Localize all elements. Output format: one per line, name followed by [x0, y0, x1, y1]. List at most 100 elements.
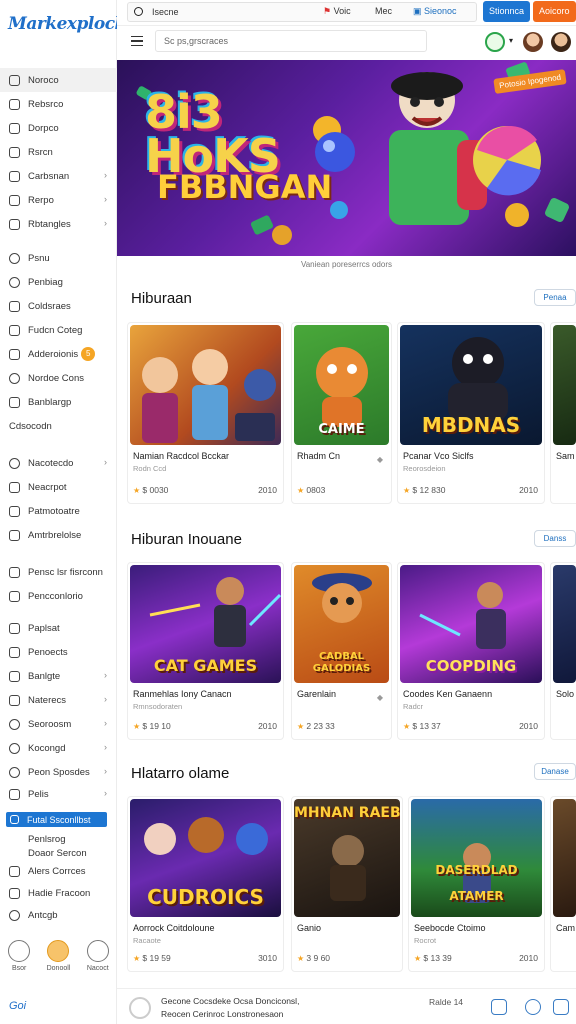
game-card[interactable]: COOPDING Coodes Ken Ganaenn Radcr $ 13 3… — [397, 562, 545, 740]
sidebar-item[interactable]: Neacrpot — [0, 475, 117, 499]
settings-icon[interactable] — [525, 999, 541, 1015]
sidebar-bottom-icons: Bsor Donooll Nacoct — [0, 940, 117, 972]
section-more-button[interactable]: Danase — [534, 763, 576, 780]
sidebar-item[interactable]: Psnu — [0, 246, 117, 270]
section-more-button[interactable]: Danss — [534, 530, 576, 547]
share-icon[interactable] — [491, 999, 507, 1015]
sidebar-subitem[interactable]: Antcgb — [0, 904, 117, 926]
sidebar-subitem[interactable]: Hadie Fracoon — [0, 882, 117, 904]
bottom-item[interactable]: Bsor — [8, 940, 31, 972]
game-name: Cam — [556, 923, 576, 933]
inbox-icon — [9, 646, 20, 658]
top-link-sieonoc[interactable]: ▣ Sieonoc — [413, 6, 457, 17]
hero-banner[interactable]: 8i3 HoKS FBBNGAN Potosio Ipogenod — [117, 60, 576, 256]
gift-icon — [9, 372, 20, 384]
sidebar-group-secondary: Psnu Penbiag Coldsraes Fudcn Coteg Adder… — [0, 246, 117, 438]
sidebar-item[interactable]: Penbiag — [0, 270, 117, 294]
game-meta: Racaote — [133, 936, 161, 945]
game-artwork — [142, 349, 276, 443]
chevron-right-icon: › — [104, 194, 107, 204]
game-card-partial[interactable]: Solo — [550, 562, 576, 740]
sidebar-item[interactable]: Nacotecdo › — [0, 451, 117, 475]
sidebar-item[interactable]: Dorpco — [0, 116, 117, 140]
hero-title: 8i3 HoKS — [145, 85, 281, 183]
chevron-right-icon: › — [104, 457, 107, 467]
app-logo[interactable]: Markexplocl — [8, 14, 121, 34]
layers-icon — [9, 694, 20, 706]
game-card[interactable]: CADBAL GALODIAS Garenlain ◆ 2 23 33 — [291, 562, 392, 740]
sidebar-item[interactable]: Patmotoatre — [0, 499, 117, 523]
sidebar-item[interactable]: Rebsrco — [0, 92, 117, 116]
section-title: Hiburan Inouane — [131, 531, 242, 548]
user-avatar-2[interactable] — [551, 32, 571, 52]
game-card-partial[interactable]: Cam — [550, 796, 576, 972]
user-avatar[interactable] — [523, 32, 543, 52]
sidebar-subitem[interactable]: Alers Corrces — [0, 860, 117, 882]
sidebar-subitem[interactable]: Penlsrog — [0, 832, 117, 846]
sidebar-subitem[interactable]: Doaor Sercon — [0, 846, 117, 860]
section-more-button[interactable]: Penaa — [534, 289, 576, 306]
bottom-item[interactable]: Donooll — [47, 940, 70, 972]
sidebar-item[interactable]: Cdsocodn — [0, 414, 117, 438]
star-icon — [10, 815, 19, 824]
calendar-icon — [8, 940, 31, 962]
sidebar-item[interactable]: Naterecs › — [0, 688, 117, 712]
sidebar-item[interactable]: Penoects — [0, 640, 117, 664]
sidebar-item[interactable]: Kocongd › — [0, 736, 117, 760]
sidebar-footer-label[interactable]: Goi — [9, 1000, 26, 1012]
game-card[interactable]: CAT GAMES Ranmehlas Iony Canacn Rmnsodor… — [127, 562, 284, 740]
game-card[interactable]: MBDNAS Pcanar Vco Siclfs Reorosdeion $ 1… — [397, 322, 545, 504]
flag-icon: ⚑ — [323, 6, 334, 16]
file-icon — [9, 98, 20, 110]
sidebar-item[interactable]: Pensc lsr fisrconn — [0, 560, 117, 584]
sidebar-item[interactable]: Carbsnan › — [0, 164, 117, 188]
sidebar-item[interactable]: Paplsat — [0, 616, 117, 640]
sidebar-item[interactable]: Nordoe Cons — [0, 366, 117, 390]
dropdown-chevron-icon[interactable]: ▾ — [509, 36, 513, 45]
primary-button[interactable]: Stionnca — [483, 1, 531, 22]
chevron-right-icon: › — [104, 742, 107, 752]
sidebar-item[interactable]: Rbtangles › — [0, 212, 117, 236]
sidebar-item[interactable]: Banlgte › — [0, 664, 117, 688]
window-icon[interactable] — [553, 999, 569, 1015]
hamburger-menu-icon[interactable] — [131, 36, 143, 46]
sidebar-item-active[interactable]: Futal Ssconllbst — [6, 812, 107, 827]
settings-icon — [9, 718, 20, 730]
top-link-voic[interactable]: ⚑ Voic — [323, 6, 351, 17]
sidebar-item[interactable]: Rerpo › — [0, 188, 117, 212]
monitor-icon — [9, 481, 20, 493]
sidebar-item[interactable]: Banblargp — [0, 390, 117, 414]
game-card[interactable]: CUDROICS Aorrock Coitdoloune Racaote $ 1… — [127, 796, 284, 972]
sidebar-item[interactable]: Adderoionis 5 — [0, 342, 117, 366]
sidebar-item[interactable]: Rsrcn — [0, 140, 117, 164]
sidebar-item[interactable]: Coldsraes — [0, 294, 117, 318]
bell-icon — [9, 348, 20, 360]
orange-button[interactable]: Aoicoro — [533, 1, 576, 22]
top-link-mec[interactable]: Mec — [375, 6, 392, 16]
game-art-title: CUDROICS — [147, 885, 264, 909]
status-avatar[interactable] — [485, 32, 505, 52]
game-card-partial[interactable]: Sam — [550, 322, 576, 504]
secondary-bar: Sc ps,grscraces ▾ — [117, 26, 576, 58]
sidebar-item[interactable]: Pelis › — [0, 782, 117, 806]
sidebar-item[interactable]: Peon Sposdes › — [0, 760, 117, 784]
game-card[interactable]: MHNAN RAEBIAS Ganio 3 9 60 — [291, 796, 403, 972]
game-year: 2010 — [519, 953, 538, 963]
main-search-input[interactable]: Sc ps,grscraces — [155, 30, 427, 52]
sidebar-item-home[interactable]: Noroco — [0, 68, 117, 92]
bell-icon — [86, 940, 109, 962]
game-card[interactable]: DASERDLAD ATAMER Seebocde Ctoimo Rocrot … — [408, 796, 545, 972]
bottom-item[interactable]: Nacoct — [86, 940, 109, 972]
sidebar-item[interactable]: Fudcn Coteg — [0, 318, 117, 342]
sidebar-item[interactable]: Amtrbrelolse — [0, 523, 117, 547]
game-card[interactable]: CAIME Rhadm Cn ◆ 0803 — [291, 322, 392, 504]
game-card[interactable]: Namian Racdcol Bcckar Rodn Ccd $ 0030 20… — [127, 322, 284, 504]
grid-icon — [9, 218, 20, 230]
sidebar-group-sub: Pelis › — [0, 782, 117, 806]
home-icon — [9, 74, 20, 86]
loading-icon — [129, 997, 151, 1019]
sidebar-item[interactable]: Seoroosm › — [0, 712, 117, 736]
game-name: Garenlain — [297, 689, 337, 699]
sidebar-item[interactable]: Pencconlorio — [0, 584, 117, 608]
box-icon — [9, 590, 20, 602]
